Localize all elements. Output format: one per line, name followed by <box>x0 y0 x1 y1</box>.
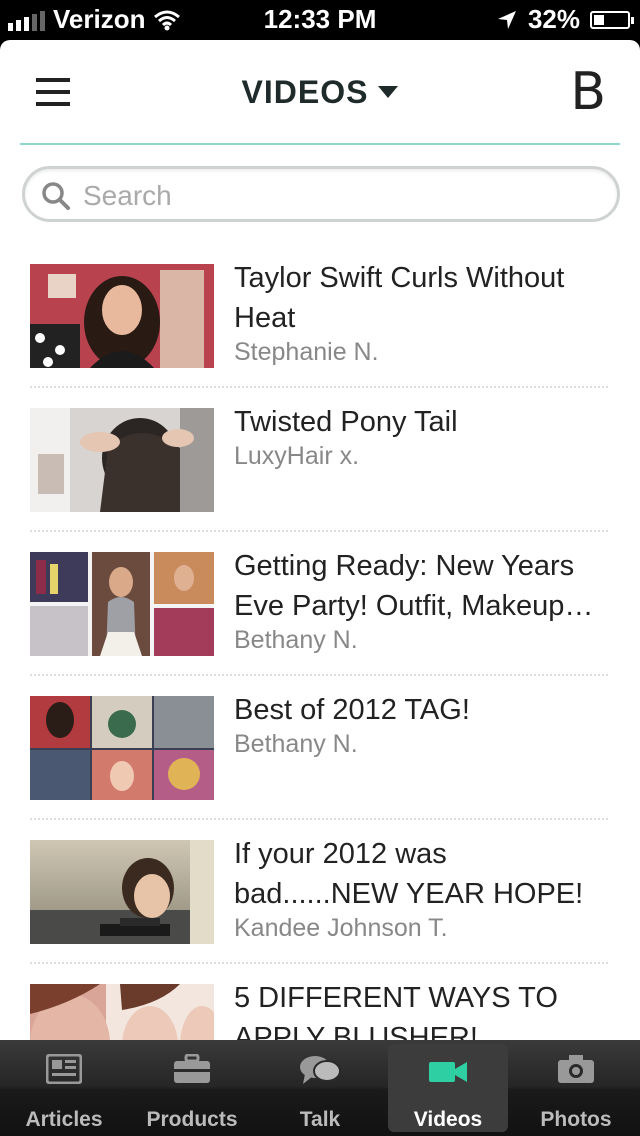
brand-logo[interactable]: B <box>570 66 606 118</box>
page-title: VIDEOS <box>241 74 369 110</box>
video-thumbnail[interactable] <box>30 264 214 368</box>
search-field-container[interactable] <box>22 166 620 222</box>
battery-fill <box>594 14 604 25</box>
app-screen: VIDEOS B Search Taylor Swift Curls Witho… <box>0 40 640 1040</box>
video-thumbnail[interactable] <box>30 696 214 800</box>
video-author: Stephanie N. <box>234 338 379 366</box>
tab-talk[interactable]: Talk <box>256 1040 384 1136</box>
video-title: 5 DIFFERENT WAYS TO APPLY BLUSHER! <box>234 982 558 1040</box>
divider <box>30 530 608 532</box>
tab-label: Products <box>146 1108 238 1131</box>
video-author: Kandee Johnson T. <box>234 914 448 942</box>
video-thumbnail[interactable] <box>30 552 214 656</box>
search-input[interactable] <box>81 177 605 215</box>
video-author: LuxyHair x. <box>234 442 360 470</box>
divider <box>30 962 608 964</box>
video-item[interactable]: If your 2012 was bad......NEW YEAR HOPE!… <box>0 838 640 982</box>
tab-label: Photos <box>540 1108 612 1131</box>
divider <box>30 674 608 676</box>
video-list: Taylor Swift Curls Without Heat Stephani… <box>0 262 640 1040</box>
video-author: Bethany N. <box>234 730 358 758</box>
video-title: Twisted Pony Tail <box>234 406 458 438</box>
divider <box>30 818 608 820</box>
tab-bar: Articles Products Talk Videos Photos <box>0 1040 640 1136</box>
video-item[interactable]: Best of 2012 TAG! Bethany N. <box>0 694 640 838</box>
video-item[interactable]: Taylor Swift Curls Without Heat Stephani… <box>0 262 640 406</box>
video-thumbnail[interactable] <box>30 408 214 512</box>
tab-videos[interactable]: Videos <box>388 1044 508 1132</box>
briefcase-icon <box>174 1054 210 1083</box>
search-bar <box>22 166 620 222</box>
caret-down-icon <box>378 85 399 98</box>
status-right: 32% <box>496 4 634 35</box>
newspaper-icon <box>46 1054 82 1084</box>
video-title: Best of 2012 TAG! <box>234 694 470 726</box>
section-dropdown[interactable]: VIDEOS <box>0 74 640 111</box>
tab-articles[interactable]: Articles <box>0 1040 128 1136</box>
video-title: Taylor Swift Curls Without Heat <box>234 262 565 334</box>
battery-icon <box>590 10 634 29</box>
speech-bubbles-icon <box>300 1056 341 1084</box>
video-title: If your 2012 was bad......NEW YEAR HOPE! <box>234 838 584 910</box>
divider <box>30 386 608 388</box>
camera-icon <box>558 1055 594 1083</box>
video-author: Bethany N. <box>234 626 358 654</box>
tab-label: Articles <box>25 1108 103 1131</box>
video-item[interactable]: Getting Ready: New Years Eve Party! Outf… <box>0 550 640 694</box>
video-thumbnail[interactable] <box>30 984 214 1040</box>
tab-label: Videos <box>413 1108 483 1131</box>
tab-label: Talk <box>299 1108 341 1131</box>
video-thumbnail[interactable] <box>30 840 214 944</box>
video-camera-icon <box>429 1062 467 1082</box>
video-item[interactable]: 5 DIFFERENT WAYS TO APPLY BLUSHER! <box>0 982 640 1040</box>
video-title: Getting Ready: New Years Eve Party! Outf… <box>234 550 594 622</box>
location-arrow-icon <box>497 10 516 29</box>
battery-percent: 32% <box>527 4 580 34</box>
navigation-bar: VIDEOS B <box>0 40 640 145</box>
divider <box>20 143 620 145</box>
video-item[interactable]: Twisted Pony Tail LuxyHair x. <box>0 406 640 550</box>
tab-products[interactable]: Products <box>128 1040 256 1136</box>
status-bar: Verizon 12:33 PM 32% <box>0 0 640 40</box>
tab-photos[interactable]: Photos <box>512 1040 640 1136</box>
search-icon <box>42 182 70 210</box>
